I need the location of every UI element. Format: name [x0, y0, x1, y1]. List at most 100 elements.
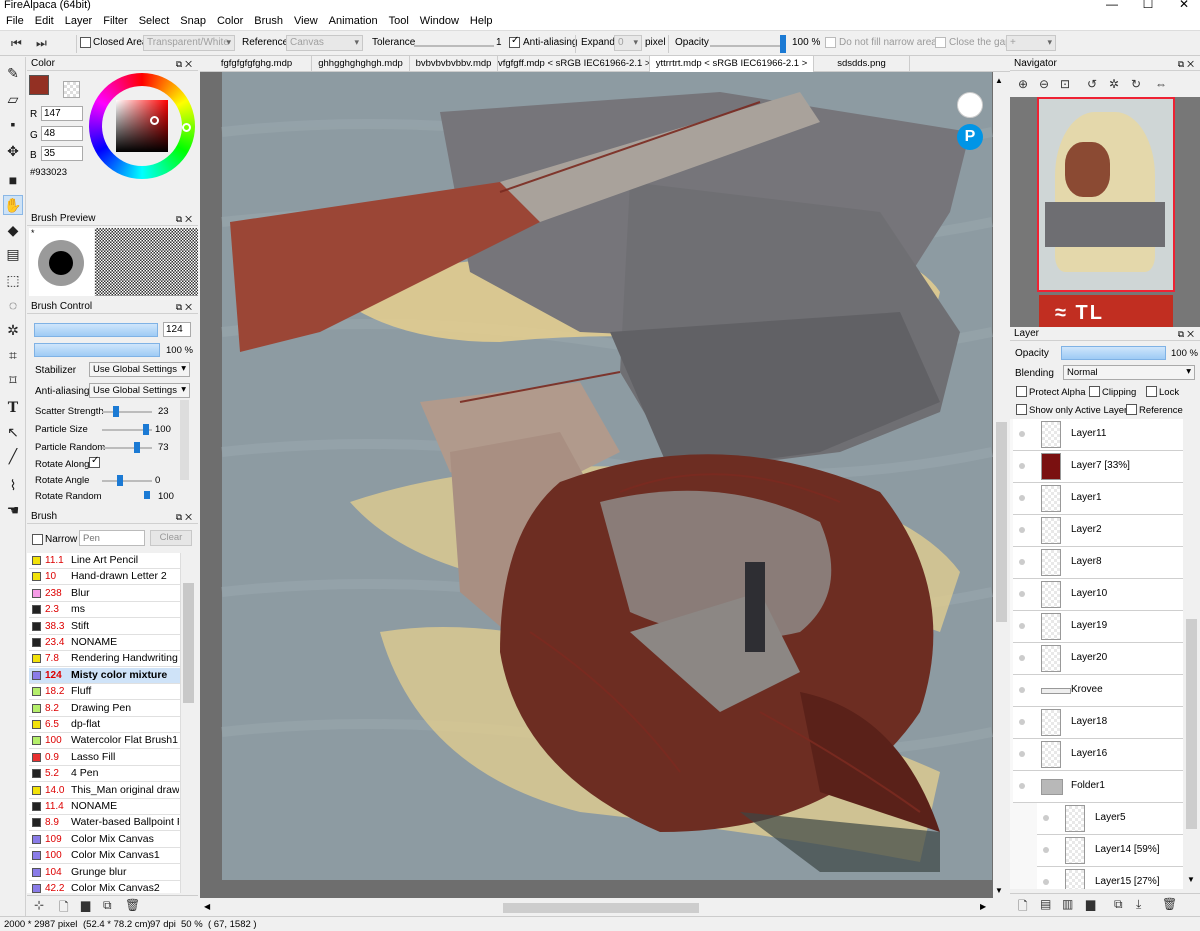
- menu-edit[interactable]: Edit: [29, 12, 59, 28]
- select-eraser-icon[interactable]: ⌑: [3, 370, 23, 390]
- scatter-strength-slider[interactable]: [102, 411, 152, 413]
- clear-button[interactable]: Clear: [150, 530, 192, 546]
- brush-list-item[interactable]: 23.4 NONAME: [29, 635, 180, 651]
- rotate-random-thumb[interactable]: [144, 491, 150, 499]
- minimize-icon[interactable]: —: [1104, 0, 1120, 11]
- layer-row[interactable]: Layer1: [1013, 483, 1183, 515]
- rotate-along-checkbox[interactable]: [89, 455, 100, 468]
- zoom-out-icon[interactable]: ⊖: [1039, 77, 1049, 91]
- visibility-toggle-icon[interactable]: [1019, 783, 1025, 789]
- artwork-canvas[interactable]: [200, 72, 993, 898]
- visibility-toggle-icon[interactable]: [1019, 463, 1025, 469]
- eyedropper-icon[interactable]: ⌇: [3, 475, 23, 495]
- visibility-toggle-icon[interactable]: [1019, 559, 1025, 565]
- brush-list-item[interactable]: 104 Grunge blur: [29, 864, 180, 881]
- brush-list-item[interactable]: 8.2 Drawing Pen: [29, 700, 180, 717]
- menu-color[interactable]: Color: [211, 12, 248, 28]
- antialias-brush-select[interactable]: Use Global Settings: [89, 383, 190, 398]
- canvas-horizontal-scrollbar[interactable]: ◀ ▶: [200, 898, 1010, 916]
- layer-row[interactable]: Layer15 [27%]: [1037, 867, 1183, 889]
- menu-snap[interactable]: Snap: [174, 12, 211, 28]
- layer-row[interactable]: Krovee: [1013, 675, 1183, 707]
- visibility-toggle-icon[interactable]: [1019, 591, 1025, 597]
- blending-select[interactable]: Normal: [1063, 365, 1195, 380]
- menu-window[interactable]: Window: [414, 12, 464, 28]
- brush-list-item[interactable]: 7.8 Rendering Handwriting F: [29, 651, 180, 668]
- merge-down-icon[interactable]: ⤓: [1136, 897, 1141, 912]
- panel-float-close-icon[interactable]: ⧉✕: [176, 212, 195, 226]
- add-brush-icon[interactable]: ⊹: [34, 898, 44, 912]
- reset-rotation-icon[interactable]: ✲: [1109, 77, 1119, 91]
- new-1bit-layer-icon[interactable]: ▥: [1062, 897, 1073, 911]
- close-gap-select[interactable]: +: [1006, 35, 1056, 51]
- fit-window-icon[interactable]: ⊡: [1060, 77, 1070, 91]
- visibility-toggle-icon[interactable]: [1019, 495, 1025, 501]
- layer-opacity-bar[interactable]: [1061, 346, 1166, 360]
- green-input[interactable]: 48: [41, 126, 83, 141]
- red-input[interactable]: 147: [41, 106, 83, 121]
- saturation-value-square[interactable]: [116, 100, 168, 152]
- eraser-tool-icon[interactable]: ▱: [3, 89, 23, 109]
- brush-list-item[interactable]: 6.5 dp-flat: [29, 717, 180, 733]
- layer-row[interactable]: Layer7 [33%]: [1013, 451, 1183, 483]
- brush-list-item[interactable]: 238 Blur: [29, 585, 180, 602]
- blur-tool-icon[interactable]: ✋: [3, 195, 23, 215]
- brush-control-scrollbar[interactable]: [180, 400, 189, 480]
- brush-list-item[interactable]: 10 Hand-drawn Letter 2: [29, 569, 180, 586]
- layer-list-scrollbar[interactable]: ▼: [1183, 419, 1200, 889]
- new-layer-icon[interactable]: 🗋: [1018, 897, 1028, 918]
- menu-file[interactable]: File: [0, 12, 29, 28]
- visibility-toggle-icon[interactable]: [1019, 719, 1025, 725]
- layer-row[interactable]: Layer8: [1013, 547, 1183, 579]
- opacity-slider-thumb[interactable]: [780, 35, 786, 53]
- brush-list-item[interactable]: 0.9 Lasso Fill: [29, 749, 180, 766]
- panel-float-close-icon[interactable]: ⧉✕: [1178, 327, 1197, 341]
- panel-float-close-icon[interactable]: ⧉✕: [176, 57, 195, 71]
- rotate-angle-slider[interactable]: [102, 480, 152, 482]
- brush-search-input[interactable]: [79, 530, 145, 546]
- particle-random-slider[interactable]: [102, 447, 152, 449]
- stabilizer-select[interactable]: Use Global Settings: [89, 362, 190, 377]
- brush-size-bar[interactable]: [34, 323, 158, 337]
- rectangle-fill-icon[interactable]: ■: [3, 170, 23, 190]
- brush-list-item[interactable]: 2.3 ms: [29, 602, 180, 619]
- visibility-toggle-icon[interactable]: [1043, 815, 1049, 821]
- new-8bit-layer-icon[interactable]: ▤: [1040, 897, 1051, 911]
- zoom-in-icon[interactable]: ⊕: [1018, 77, 1028, 91]
- layer-row[interactable]: Layer11: [1013, 419, 1183, 451]
- duplicate-icon[interactable]: ⧉: [103, 898, 112, 913]
- primary-color-swatch[interactable]: [29, 75, 49, 95]
- transparent-color-swatch[interactable]: [63, 81, 80, 98]
- folder-icon[interactable]: ▆: [81, 898, 90, 912]
- menu-animation[interactable]: Animation: [323, 12, 383, 28]
- layer-row[interactable]: Layer19: [1013, 611, 1183, 643]
- brush-list-item[interactable]: 11.4 NONAME: [29, 799, 180, 815]
- expand-select[interactable]: 0: [614, 35, 642, 51]
- blue-input[interactable]: 35: [41, 146, 83, 161]
- brush-list-item[interactable]: 14.0 This_Man original drawin: [29, 782, 180, 799]
- menu-layer[interactable]: Layer: [59, 12, 98, 28]
- visibility-toggle-icon[interactable]: [1019, 655, 1025, 661]
- menu-filter[interactable]: Filter: [97, 12, 132, 28]
- menu-brush[interactable]: Brush: [248, 12, 288, 28]
- select-tool-icon[interactable]: ⬚: [3, 270, 23, 290]
- brush-size-input[interactable]: 124: [163, 322, 191, 337]
- brush-list-item[interactable]: 18.2 Fluff: [29, 684, 180, 701]
- layer-row[interactable]: Layer5: [1037, 803, 1183, 835]
- rotate-left-icon[interactable]: ↺: [1087, 77, 1097, 91]
- brush-list-item[interactable]: 124 Misty color mixture: [29, 667, 180, 684]
- hue-wheel[interactable]: [89, 73, 195, 179]
- hand-tool-icon[interactable]: ☚: [3, 500, 23, 520]
- visibility-toggle-icon[interactable]: [1019, 751, 1025, 757]
- brush-tool-icon[interactable]: ✎: [3, 63, 23, 83]
- reference-layer-checkbox[interactable]: [1126, 404, 1137, 415]
- tab-document[interactable]: fgfgfgfgfghg.mdp: [202, 56, 312, 72]
- brush-list-item[interactable]: 42.2 Color Mix Canvas2: [29, 881, 180, 893]
- opacity-slider[interactable]: [710, 45, 786, 47]
- visibility-toggle-icon[interactable]: [1019, 623, 1025, 629]
- select-pen-icon[interactable]: ⌗: [3, 345, 23, 365]
- brush-list-item[interactable]: 100 Color Mix Canvas1: [29, 848, 180, 865]
- brush-list-item[interactable]: 11.1 Line Art Pencil: [29, 553, 180, 569]
- new-folder-icon[interactable]: ▆: [1086, 897, 1095, 911]
- flip-horizontal-icon[interactable]: ⇔: [1155, 77, 1167, 91]
